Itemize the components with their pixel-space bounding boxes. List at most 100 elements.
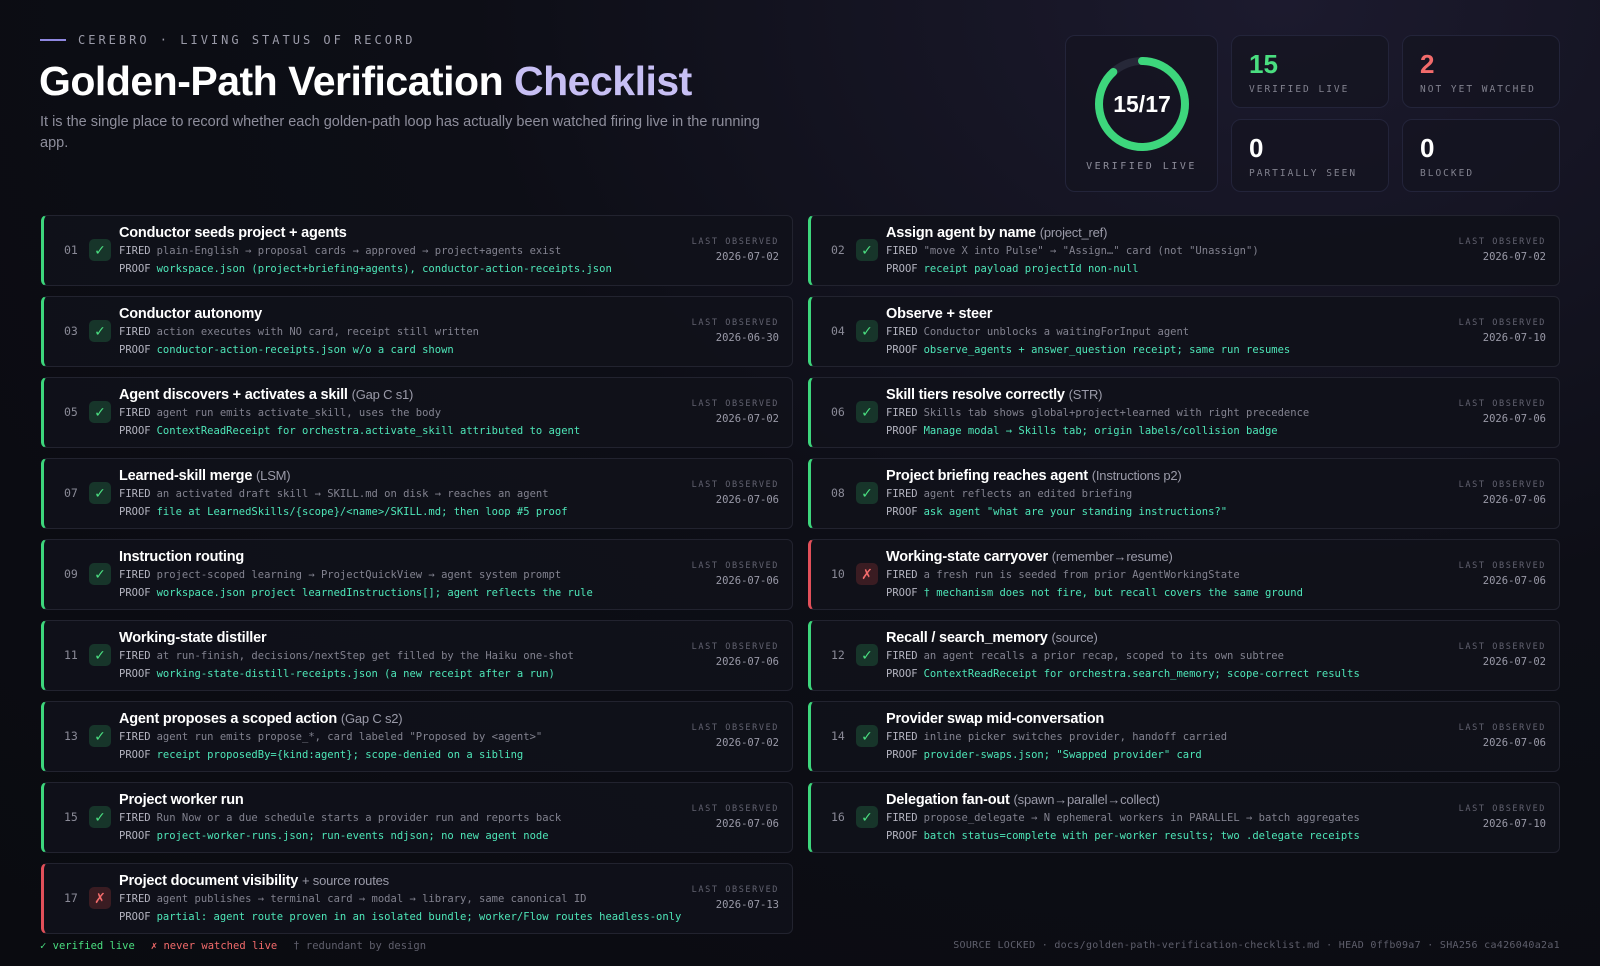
item-title: Provider swap mid-conversation: [886, 711, 1104, 727]
item-fired: FIRED agent reflects an edited briefing: [886, 488, 1132, 500]
checklist-item[interactable]: 12 ✓ Recall / search_memory (source) FIR…: [808, 620, 1560, 691]
fired-text: agent run emits activate_skill, uses the…: [156, 407, 442, 419]
proof-label: PROOF: [119, 344, 151, 356]
fired-text: agent publishes → terminal card → modal …: [156, 893, 587, 905]
item-proof: PROOF workspace.json project learnedInstr…: [119, 587, 593, 599]
check-icon: ✓: [89, 239, 111, 261]
item-number: 14: [831, 729, 845, 743]
eyebrow: CEREBRO · LIVING STATUS OF RECORD: [40, 33, 415, 47]
item-number: 06: [831, 405, 845, 419]
item-title: Recall / search_memory (source): [886, 630, 1098, 646]
checklist-item[interactable]: 13 ✓ Agent proposes a scoped action (Gap…: [41, 701, 793, 772]
proof-text: ContextReadReceipt for orchestra.search_…: [923, 668, 1360, 680]
checklist-item[interactable]: 16 ✓ Delegation fan-out (spawn→parallel→…: [808, 782, 1560, 853]
progress-ring-value: 15/17: [1113, 90, 1171, 117]
stat-label: NOT YET WATCHED: [1420, 84, 1536, 95]
item-number: 08: [831, 486, 845, 500]
item-proof: PROOF file at LearnedSkills/{scope}/<name…: [119, 506, 568, 518]
last-observed-label: LAST OBSERVED: [691, 318, 779, 328]
stat-value: 0: [1249, 133, 1264, 163]
checklist-item[interactable]: 15 ✓ Project worker run FIRED Run Now or …: [41, 782, 793, 853]
stat-blocked: 0 BLOCKED: [1402, 119, 1560, 192]
proof-label: PROOF: [119, 263, 151, 275]
checklist-item[interactable]: 10 ✗ Working-state carryover (remember→r…: [808, 539, 1560, 610]
checklist-item[interactable]: 01 ✓ Conductor seeds project + agents FI…: [41, 215, 793, 286]
eyebrow-line: [40, 39, 66, 41]
item-fired: FIRED agent run emits propose_*, card lab…: [119, 731, 542, 743]
item-title-sub: (spawn→parallel→collect): [1013, 792, 1160, 807]
item-proof: PROOF partial: agent route proven in an i…: [119, 911, 681, 923]
item-fired: FIRED an agent recalls a prior recap, sco…: [886, 650, 1284, 662]
checklist-item[interactable]: 09 ✓ Instruction routing FIRED project-sc…: [41, 539, 793, 610]
check-icon: ✓: [856, 482, 878, 504]
check-icon: ✓: [89, 806, 111, 828]
proof-text: observe_agents + answer_question receipt…: [923, 344, 1291, 356]
check-icon: ✓: [856, 401, 878, 423]
item-fired: FIRED propose_delegate → N ephemeral work…: [886, 812, 1360, 824]
fired-label: FIRED: [886, 326, 918, 338]
fired-text: Skills tab shows global+project+learned …: [923, 407, 1310, 419]
item-title: Working-state distiller: [119, 630, 267, 646]
checklist-item[interactable]: 05 ✓ Agent discovers + activates a skill…: [41, 377, 793, 448]
page-title: Golden-Path Verification Checklist: [39, 58, 692, 105]
fired-text: inline picker switches provider, handoff…: [923, 731, 1228, 743]
fired-label: FIRED: [886, 245, 918, 257]
last-observed-label: LAST OBSERVED: [1458, 561, 1546, 571]
checklist-item[interactable]: 07 ✓ Learned-skill merge (LSM) FIRED an a…: [41, 458, 793, 529]
item-title: Skill tiers resolve correctly (STR): [886, 387, 1102, 403]
legend-verified: ✓ verified live: [40, 940, 135, 952]
item-proof: PROOF project-worker-runs.json; run-event…: [119, 830, 549, 842]
proof-label: PROOF: [886, 668, 918, 680]
item-title-text: Skill tiers resolve correctly: [886, 387, 1065, 403]
item-title-text: Project document visibility: [119, 873, 299, 889]
checklist-item[interactable]: 02 ✓ Assign agent by name (project_ref) …: [808, 215, 1560, 286]
checklist-item[interactable]: 14 ✓ Provider swap mid-conversation FIRE…: [808, 701, 1560, 772]
last-observed-label: LAST OBSERVED: [1458, 723, 1546, 733]
check-icon: ✓: [89, 320, 111, 342]
checklist-item[interactable]: 11 ✓ Working-state distiller FIRED at run…: [41, 620, 793, 691]
item-proof: PROOF receipt payload projectId non-null: [886, 263, 1139, 275]
legend: ✓ verified live ✗ never watched live † r…: [40, 940, 426, 952]
item-proof: PROOF † mechanism does not fire, but reca…: [886, 587, 1303, 599]
checklist-item[interactable]: 04 ✓ Observe + steer FIRED Conductor unbl…: [808, 296, 1560, 367]
stat-label: PARTIALLY SEEN: [1249, 168, 1358, 179]
last-observed-date: 2026-07-02: [1482, 656, 1546, 668]
item-number: 01: [64, 243, 78, 257]
item-title-sub: + source routes: [301, 873, 389, 888]
last-observed-date: 2026-07-06: [715, 818, 779, 830]
checklist-item[interactable]: 03 ✓ Conductor autonomy FIRED action exec…: [41, 296, 793, 367]
item-title-sub: (source): [1051, 630, 1098, 645]
item-proof: PROOF Manage modal → Skills tab; origin l…: [886, 425, 1278, 437]
last-observed-label: LAST OBSERVED: [1458, 804, 1546, 814]
fired-label: FIRED: [119, 488, 151, 500]
item-title: Assign agent by name (project_ref): [886, 225, 1107, 241]
last-observed-label: LAST OBSERVED: [1458, 642, 1546, 652]
item-title-text: Project briefing reaches agent: [886, 468, 1088, 484]
stat-value: 0: [1420, 133, 1435, 163]
check-icon: ✓: [856, 644, 878, 666]
item-title-text: Agent proposes a scoped action: [119, 711, 337, 727]
proof-text: batch status=complete with per-worker re…: [923, 830, 1360, 842]
item-number: 02: [831, 243, 845, 257]
proof-text: ask agent "what are your standing instru…: [923, 506, 1228, 518]
proof-text: workspace.json (project+briefing+agents)…: [156, 263, 612, 275]
fired-label: FIRED: [886, 650, 918, 662]
checklist-item[interactable]: 08 ✓ Project briefing reaches agent (Ins…: [808, 458, 1560, 529]
last-observed-date: 2026-07-02: [715, 737, 779, 749]
item-fired: FIRED Run Now or a due schedule starts a …: [119, 812, 561, 824]
stat-partially-seen: 0 PARTIALLY SEEN: [1231, 119, 1389, 192]
item-proof: PROOF batch status=complete with per-work…: [886, 830, 1360, 842]
item-title-text: Provider swap mid-conversation: [886, 711, 1105, 727]
last-observed-label: LAST OBSERVED: [691, 480, 779, 490]
proof-text: † mechanism does not fire, but recall co…: [923, 587, 1303, 599]
checklist-item[interactable]: 06 ✓ Skill tiers resolve correctly (STR)…: [808, 377, 1560, 448]
page-subtitle: It is the single place to record whether…: [40, 114, 760, 151]
fired-text: a fresh run is seeded from prior AgentWo…: [923, 569, 1240, 581]
item-title: Observe + steer: [886, 306, 992, 322]
last-observed-date: 2026-07-02: [1482, 251, 1546, 263]
checklist-item[interactable]: 17 ✗ Project document visibility + sourc…: [41, 863, 793, 934]
item-title: Conductor autonomy: [119, 306, 262, 322]
fired-text: action executes with NO card, receipt st…: [156, 326, 480, 338]
fired-label: FIRED: [886, 407, 918, 419]
progress-ring: 15/17: [1093, 55, 1191, 153]
